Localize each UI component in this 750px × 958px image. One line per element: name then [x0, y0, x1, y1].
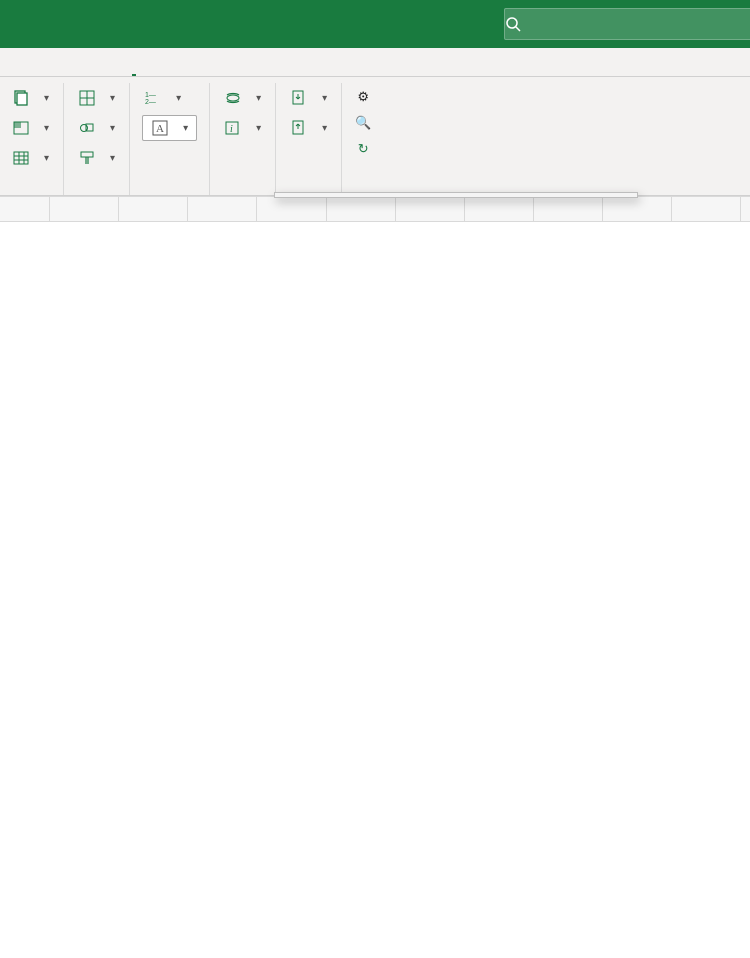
ribbon-group-1: ▾ ▾ ▾ [0, 83, 64, 195]
col-header[interactable] [257, 197, 326, 222]
text-dropdown-menu [274, 192, 638, 198]
chevron-down-icon: ▾ [256, 93, 261, 104]
tab-page-layout[interactable] [0, 66, 4, 76]
format-icon [78, 149, 96, 167]
svg-text:A: A [156, 123, 164, 135]
col-header[interactable] [119, 197, 188, 222]
chevron-down-icon: ▾ [44, 123, 49, 134]
chevron-down-icon: ▾ [44, 93, 49, 104]
col-header[interactable] [533, 197, 602, 222]
svg-text:1—: 1— [145, 92, 156, 99]
information-icon: i [224, 119, 242, 137]
cmd-numbers-dates[interactable]: 1—2— ▾ [142, 85, 197, 111]
col-header[interactable] [0, 197, 50, 222]
chevron-down-icon: ▾ [44, 153, 49, 164]
chevron-down-icon: ▾ [110, 123, 115, 134]
ribbon-panel: ▾ ▾ ▾ ▾ ▾ [0, 77, 750, 196]
col-header[interactable] [464, 197, 533, 222]
cmd-sheets[interactable]: ▾ [10, 85, 51, 111]
objects-comments-icon [78, 119, 96, 137]
cmd-text[interactable]: A ▾ [142, 115, 197, 141]
cmd-start-last[interactable]: ↻ [354, 137, 378, 161]
tab-review[interactable] [66, 66, 70, 76]
col-header[interactable] [740, 197, 750, 222]
cmd-objects-comments[interactable]: ▾ [76, 115, 117, 141]
tab-view[interactable] [88, 66, 92, 76]
col-header[interactable] [602, 197, 671, 222]
cmd-export[interactable]: ▾ [288, 115, 329, 141]
export-icon [290, 119, 308, 137]
chevron-down-icon: ▾ [322, 123, 327, 134]
cmd-find-run[interactable]: 🔍 [354, 111, 378, 135]
tab-data[interactable] [44, 66, 48, 76]
cmd-asap-options[interactable]: ⚙ [354, 85, 378, 109]
chevron-down-icon: ▾ [256, 123, 261, 134]
search-icon [505, 16, 535, 32]
svg-text:2—: 2— [145, 99, 156, 106]
ribbon-group-6: ⚙ 🔍 ↻ [342, 83, 390, 195]
col-header[interactable] [395, 197, 464, 222]
ribbon-group-4: ▾ i ▾ [210, 83, 276, 195]
sheets-icon [12, 89, 30, 107]
ribbon-tabs [0, 48, 750, 77]
svg-text:i: i [230, 124, 233, 135]
cmd-information[interactable]: i ▾ [222, 115, 263, 141]
gear-icon: ⚙ [354, 89, 372, 105]
col-header[interactable] [50, 197, 119, 222]
ribbon-group-5: ▾ ▾ [276, 83, 342, 195]
search-icon: 🔍 [354, 115, 372, 131]
ribbon-group-2: ▾ ▾ ▾ [64, 83, 130, 195]
column-header-row[interactable] [0, 197, 750, 222]
col-header[interactable] [188, 197, 257, 222]
cmd-format[interactable]: ▾ [76, 145, 117, 171]
numbers-dates-icon: 1—2— [144, 89, 162, 107]
tab-formulas[interactable] [22, 66, 26, 76]
cmd-range[interactable]: ▾ [10, 115, 51, 141]
col-header[interactable] [326, 197, 395, 222]
spreadsheet-grid[interactable] [0, 196, 750, 222]
chevron-down-icon: ▾ [110, 153, 115, 164]
worksheet-area [0, 196, 750, 222]
cmd-web[interactable]: ▾ [222, 85, 263, 111]
tab-asap-utilities[interactable] [132, 66, 136, 76]
text-icon: A [151, 119, 169, 137]
web-icon [224, 89, 242, 107]
ribbon-group-3: 1—2— ▾ A ▾ [130, 83, 210, 195]
tab-help[interactable] [110, 66, 114, 76]
title-bar [0, 0, 750, 48]
search-input[interactable] [504, 8, 750, 40]
cmd-import[interactable]: ▾ [288, 85, 329, 111]
chevron-down-icon: ▾ [183, 123, 188, 134]
import-icon [290, 89, 308, 107]
range-icon [12, 119, 30, 137]
chevron-down-icon: ▾ [176, 93, 181, 104]
columns-rows-icon [78, 89, 96, 107]
cmd-columns-rows[interactable]: ▾ [76, 85, 117, 111]
fill-icon [12, 149, 30, 167]
col-header[interactable] [671, 197, 740, 222]
cmd-fill[interactable]: ▾ [10, 145, 51, 171]
refresh-icon: ↻ [354, 141, 372, 157]
chevron-down-icon: ▾ [110, 93, 115, 104]
chevron-down-icon: ▾ [322, 93, 327, 104]
